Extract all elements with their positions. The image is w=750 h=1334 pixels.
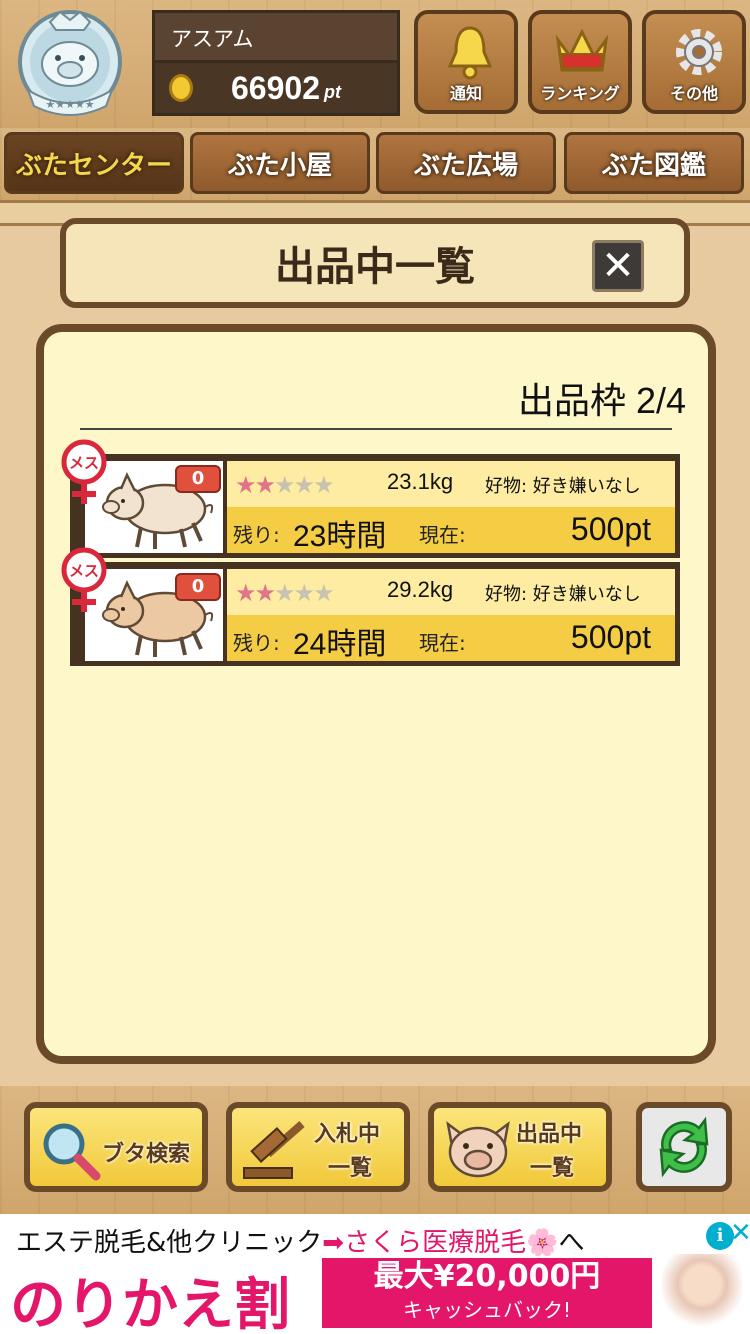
listing-slot-count: 出品枠 2/4 [517, 380, 686, 421]
ranking-button[interactable]: ランキング [528, 10, 632, 114]
pig-weight: 23.1kg [387, 469, 454, 494]
rarity-stars: ★★★★★ [235, 471, 335, 499]
bidding-label-line2: 一覧 [328, 1156, 373, 1181]
tab-buta-hut[interactable]: ぶた小屋 [190, 132, 370, 194]
bottom-action-bar: ブタ検索 入札中 一覧 出品中 一覧 [0, 1086, 750, 1214]
refresh-icon [659, 1116, 709, 1178]
listing-row[interactable]: 0 ★★★★★ 23.1kg 好物: 好き嫌いなし 残り: 23時間 現在: 5… [70, 454, 680, 558]
ad-promo: 最大¥20,000円 キャッシュバック! [322, 1258, 652, 1328]
advertisement-banner[interactable]: エステ脱毛&他クリニック➡さくら医療脱毛🌸へ のりかえ割 最大¥20,000円 … [0, 1214, 750, 1334]
crown-icon [555, 28, 609, 72]
notification-label: 通知 [449, 84, 482, 103]
close-button[interactable]: ✕ [592, 240, 644, 292]
tab-buta-center[interactable]: ぶたセンター [4, 132, 184, 194]
pig-search-button[interactable]: ブタ検索 [24, 1102, 208, 1192]
ad-line1-accent: ➡さくら医療脱毛🌸 [322, 1228, 559, 1258]
close-icon: ✕ [601, 243, 635, 289]
points-unit: pt [323, 81, 341, 102]
notification-button[interactable]: 通知 [414, 10, 518, 114]
listing-label-line2: 一覧 [530, 1156, 575, 1181]
gender-label: メス [69, 562, 99, 580]
points-display: 66902 pt [152, 60, 400, 116]
ad-line1-b: へ [558, 1228, 585, 1258]
pig-preference: 好物: 好き嫌いなし [485, 584, 641, 605]
listing-label-line1: 出品中 [516, 1122, 583, 1147]
ad-promo-line1: 最大¥20,000円 [373, 1259, 601, 1294]
top-bar: ★★★★★ アスアム 66902 pt 通知 ランキング その他 [0, 0, 750, 128]
ranking-label: ランキング [540, 84, 620, 103]
listing-info: ★★★★★ 23.1kg 好物: 好き嫌いなし [227, 461, 675, 507]
pig-face-icon [446, 1121, 510, 1178]
bid-count-badge: 0 [175, 465, 221, 493]
listing-status: 残り: 24時間 現在: 500pt [227, 615, 675, 661]
female-icon: メス [58, 438, 110, 508]
gender-label: メス [69, 454, 99, 472]
ad-line1-a: エステ脱毛&他クリニック [16, 1228, 323, 1258]
gear-icon [676, 29, 722, 75]
magnifier-icon [43, 1123, 101, 1181]
ad-promo-line2: キャッシュバック! [402, 1298, 572, 1322]
username-display: アスアム [152, 10, 400, 60]
ad-headline: のりかえ割 [10, 1273, 290, 1334]
female-icon: メス [58, 546, 110, 616]
ad-close-icon[interactable]: ✕ [730, 1218, 750, 1248]
gavel-icon [243, 1121, 305, 1179]
player-avatar-badge[interactable]: ★★★★★ [10, 6, 130, 120]
bell-icon [447, 26, 493, 80]
listing-row[interactable]: 0 ★★★★★ 29.2kg 好物: 好き嫌いなし 残り: 24時間 現在: 5… [70, 562, 680, 666]
tab-buta-encyclopedia[interactable]: ぶた図鑑 [564, 132, 744, 194]
other-label: その他 [669, 84, 718, 103]
remaining-label: 残り: [233, 631, 280, 655]
listing-panel [36, 324, 716, 1064]
pig-weight: 29.2kg [387, 577, 454, 602]
bidding-list-button[interactable]: 入札中 一覧 [226, 1102, 410, 1192]
remaining-time: 23時間 [293, 520, 387, 553]
other-button[interactable]: その他 [642, 10, 746, 114]
remaining-time: 24時間 [293, 628, 387, 661]
listing-list-button[interactable]: 出品中 一覧 [428, 1102, 612, 1192]
dialog-title: 出品中一覧 [275, 244, 475, 290]
current-price: 500pt [570, 619, 651, 655]
listing-info: ★★★★★ 29.2kg 好物: 好き嫌いなし [227, 569, 675, 615]
current-price-label: 現在: [419, 523, 466, 547]
coin-icon [169, 74, 193, 102]
username-text: アスアム [171, 27, 254, 51]
current-price-label: 現在: [419, 631, 466, 655]
bid-count-badge: 0 [175, 573, 221, 601]
svg-text:★★★★★: ★★★★★ [45, 98, 94, 111]
dialog-title-banner: 出品中一覧 ✕ [60, 218, 690, 308]
divider [80, 428, 672, 430]
listing-status: 残り: 23時間 現在: 500pt [227, 507, 675, 553]
points-value: 66902 [231, 69, 320, 106]
main-tabs: ぶたセンター ぶた小屋 ぶた広場 ぶた図鑑 [0, 130, 750, 200]
pig-search-label: ブタ検索 [102, 1142, 191, 1167]
current-price: 500pt [570, 511, 651, 547]
remaining-label: 残り: [233, 523, 280, 547]
bidding-label-line1: 入札中 [314, 1122, 381, 1147]
ad-model-image [662, 1254, 742, 1330]
rarity-stars: ★★★★★ [235, 579, 335, 607]
pig-preference: 好物: 好き嫌いなし [485, 476, 641, 497]
ad-line1: エステ脱毛&他クリニック➡さくら医療脱毛🌸へ [16, 1222, 584, 1259]
tab-buta-plaza[interactable]: ぶた広場 [376, 132, 556, 194]
refresh-button[interactable] [636, 1102, 732, 1192]
